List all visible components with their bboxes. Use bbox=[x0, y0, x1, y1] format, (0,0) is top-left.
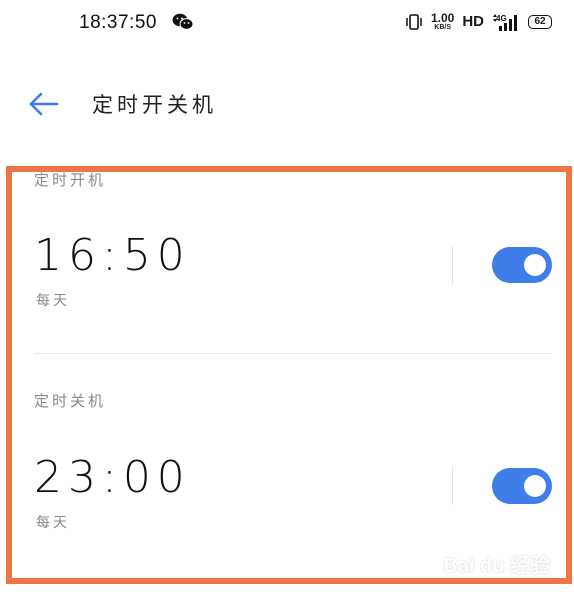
power-off-repeat: 每天 bbox=[36, 515, 70, 531]
power-off-label: 定时关机 bbox=[34, 392, 107, 410]
highlight-frame: 定时开机 16:50 每天 定时关机 23:00 每天 bbox=[6, 166, 572, 584]
wechat-icon bbox=[172, 13, 194, 31]
status-bar: 18:37:50 1.00 KB/S HD 4G 62 bbox=[0, 0, 574, 44]
page-title: 定时开关机 bbox=[92, 93, 217, 117]
battery-level: 62 bbox=[534, 16, 546, 27]
power-on-label: 定时开机 bbox=[34, 171, 107, 189]
power-off-time[interactable]: 23:00 bbox=[34, 452, 191, 503]
net-speed-unit: KB/S bbox=[434, 24, 452, 31]
network-type: 4G bbox=[496, 14, 507, 23]
net-speed: 1.00 KB/S bbox=[431, 12, 454, 31]
power-off-toggle[interactable] bbox=[492, 468, 552, 504]
hd-indicator: HD bbox=[462, 13, 484, 30]
power-on-toggle[interactable] bbox=[492, 247, 552, 283]
signal-icon: 4G bbox=[492, 13, 520, 31]
net-speed-value: 1.00 bbox=[430, 11, 455, 25]
battery-icon: 62 bbox=[528, 14, 552, 29]
divider-vertical bbox=[452, 467, 453, 505]
toggle-knob bbox=[524, 475, 546, 497]
vibrate-icon bbox=[405, 13, 423, 31]
arrow-left-icon bbox=[29, 92, 59, 116]
back-button[interactable] bbox=[28, 91, 60, 117]
divider-vertical bbox=[452, 246, 453, 284]
status-time: 18:37:50 bbox=[79, 12, 157, 33]
power-on-time[interactable]: 16:50 bbox=[34, 230, 191, 281]
watermark: Bai du 经验 bbox=[443, 555, 550, 577]
section-divider bbox=[34, 353, 552, 354]
toggle-knob bbox=[524, 254, 546, 276]
power-on-repeat: 每天 bbox=[36, 293, 70, 309]
status-indicators: 1.00 KB/S HD 4G 62 bbox=[405, 12, 552, 31]
